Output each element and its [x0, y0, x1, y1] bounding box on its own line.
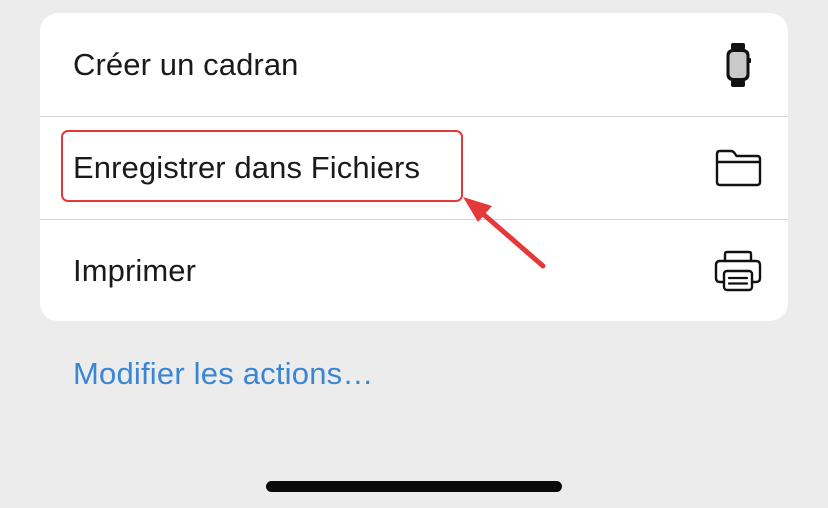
printer-icon: [706, 249, 770, 293]
action-label: Enregistrer dans Fichiers: [73, 150, 421, 185]
action-label: Créer un cadran: [73, 46, 299, 82]
edit-actions-link[interactable]: Modifier les actions…: [73, 356, 374, 392]
action-create-watch-face[interactable]: Créer un cadran: [40, 13, 788, 116]
home-indicator[interactable]: [266, 481, 562, 492]
share-actions-list: Créer un cadran Enregistrer dans Fichier…: [40, 13, 788, 321]
watch-icon: [706, 42, 770, 87]
action-label: Imprimer: [73, 253, 197, 288]
folder-icon: [706, 148, 770, 188]
action-print[interactable]: Imprimer: [40, 219, 788, 321]
action-save-to-files[interactable]: Enregistrer dans Fichiers: [40, 116, 788, 219]
